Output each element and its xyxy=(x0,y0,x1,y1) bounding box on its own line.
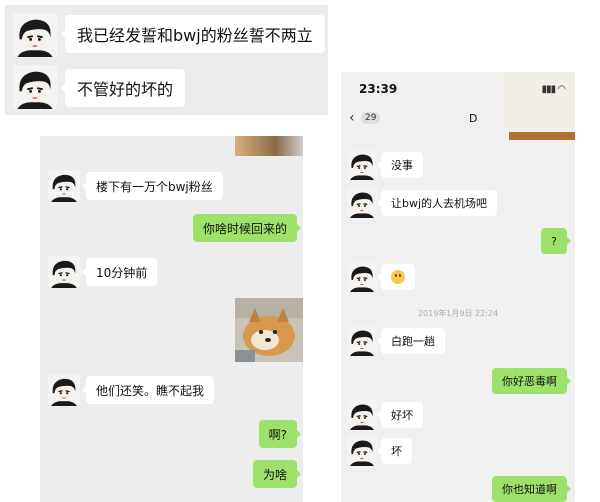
message-text: 你也知道啊 xyxy=(502,483,557,496)
status-time: 23:39 xyxy=(359,82,398,96)
message-bubble-sent[interactable]: 你好恶毒啊 xyxy=(492,368,571,394)
avatar[interactable] xyxy=(48,374,80,406)
message-text: 不管好的坏的 xyxy=(77,80,174,99)
message-bubble[interactable]: 他们还笑。瞧不起我 xyxy=(81,376,215,404)
message-bubble[interactable] xyxy=(377,264,415,290)
chat-nav-bar: ‹ 29 D xyxy=(341,106,575,132)
message-text: ? xyxy=(551,234,557,248)
message-bubble[interactable]: 10分钟前 xyxy=(81,258,158,286)
message-text: 他们还笑。瞧不起我 xyxy=(96,383,205,398)
message-text: 没事 xyxy=(391,159,413,172)
shiba-dog-image xyxy=(235,298,303,362)
chat-panel-right-phone: 23:39 ▮▮▮ ◠ ‹ 29 D 没事 让bwj的人去机场吧 ? 2019年… xyxy=(341,72,575,502)
message-bubble-sent[interactable]: ? xyxy=(541,228,571,254)
message-text: 10分钟前 xyxy=(96,265,148,280)
smile-emoji-icon xyxy=(391,270,405,284)
chat-panel-left: 楼下有一万个bwj粉丝 你啥时候回来的 10分钟前 他们还笑。瞧不起我 啊? 为… xyxy=(40,136,303,502)
message-bubble[interactable]: 让bwj的人去机场吧 xyxy=(376,190,498,216)
unread-badge[interactable]: 29 xyxy=(361,112,381,124)
message-bubble-sent[interactable]: 你啥时候回来的 xyxy=(192,214,302,242)
avatar[interactable] xyxy=(13,13,57,57)
message-bubble[interactable]: 没事 xyxy=(377,152,423,178)
message-bubble[interactable]: 白跑一趟 xyxy=(377,328,445,354)
avatar[interactable] xyxy=(13,65,57,109)
avatar[interactable] xyxy=(48,256,80,288)
message-text: 白跑一趟 xyxy=(391,335,435,348)
message-bubble[interactable]: 楼下有一万个bwj粉丝 xyxy=(82,172,223,200)
message-bubble-sent[interactable]: 为啥 xyxy=(252,460,302,488)
message-text: 啊? xyxy=(268,427,287,442)
message-bubble[interactable]: 不管好的坏的 xyxy=(60,69,186,107)
message-bubble-sent[interactable]: 你也知道啊 xyxy=(492,476,571,502)
status-bar: 23:39 ▮▮▮ ◠ xyxy=(341,72,575,106)
chat-timestamp: 2019年1月9日 22:24 xyxy=(417,309,499,318)
message-text: 让bwj的人去机场吧 xyxy=(391,197,488,210)
message-text: 好坏 xyxy=(391,409,413,422)
shared-photo-shiba[interactable] xyxy=(235,298,303,362)
message-text: 我已经发誓和bwj的粉丝誓不两立 xyxy=(77,26,313,45)
message-text: 为啥 xyxy=(262,467,287,482)
chat-panel-top: 我已经发誓和bwj的粉丝誓不两立 不管好的坏的 xyxy=(5,5,328,115)
message-text: 你啥时候回来的 xyxy=(202,221,287,236)
message-text: 楼下有一万个bwj粉丝 xyxy=(96,179,213,194)
message-text: 坏 xyxy=(391,445,402,458)
chat-title: D xyxy=(469,112,478,125)
avatar[interactable] xyxy=(48,170,80,202)
back-icon[interactable]: ‹ xyxy=(349,110,355,126)
message-bubble[interactable]: 我已经发誓和bwj的粉丝誓不两立 xyxy=(61,15,325,53)
message-bubble[interactable]: 坏 xyxy=(377,438,412,464)
message-text: 你好恶毒啊 xyxy=(502,375,557,388)
signal-icon: ▮▮▮ ◠ xyxy=(541,84,566,95)
shared-photo-partial[interactable] xyxy=(235,136,303,156)
message-bubble[interactable]: 好坏 xyxy=(377,402,423,428)
message-bubble-sent[interactable]: 啊? xyxy=(258,420,302,448)
